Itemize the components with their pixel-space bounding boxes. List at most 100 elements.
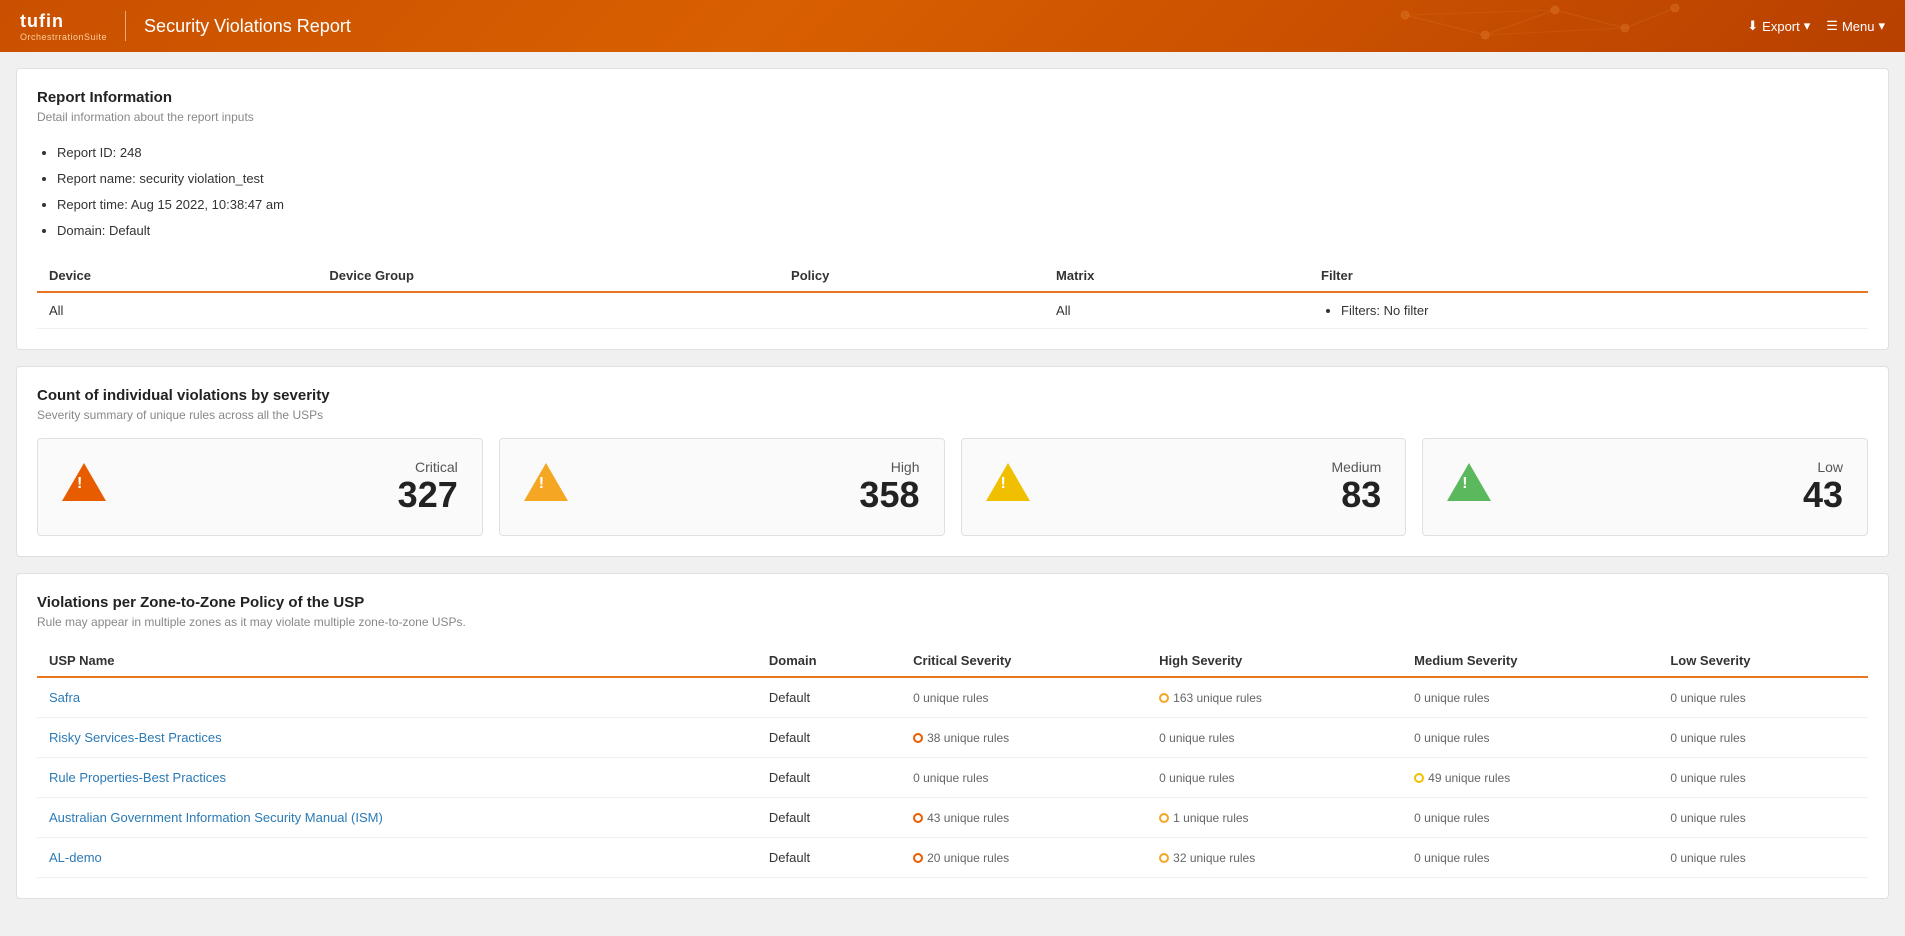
col-matrix: Matrix [1044,260,1309,292]
usp-name-link[interactable]: Risky Services-Best Practices [49,730,222,745]
unique-rules: 0 unique rules [1414,731,1489,745]
col-high-severity: High Severity [1147,645,1402,677]
cell-usp-name[interactable]: AL-demo [37,837,757,877]
cell-medium: 0 unique rules [1402,837,1658,877]
report-info-subtitle: Detail information about the report inpu… [37,110,1868,124]
report-filter-table: Device Device Group Policy Matrix Filter… [37,260,1868,329]
unique-rules: 43 unique rules [927,811,1009,825]
header-actions: ⬇ Export ▾ ☰ Menu ▾ [1747,18,1885,34]
cell-high: 32 unique rules [1147,837,1402,877]
header-divider [125,11,126,41]
unique-rules: 0 unique rules [1414,851,1489,865]
severity-info-low: Low 43 [1511,459,1843,515]
cell-usp-name[interactable]: Safra [37,677,757,718]
cell-usp-name[interactable]: Australian Government Information Securi… [37,797,757,837]
severity-card-low: Low 43 [1422,438,1868,536]
unique-rules: 0 unique rules [1414,691,1489,705]
medium-triangle-icon [986,463,1030,510]
cell-usp-name[interactable]: Risky Services-Best Practices [37,717,757,757]
unique-rules: 49 unique rules [1428,771,1510,785]
severity-title: Count of individual violations by severi… [37,387,1868,404]
cell-critical: 38 unique rules [901,717,1147,757]
cell-medium: 49 unique rules [1402,757,1658,797]
unique-rules: 32 unique rules [1173,851,1255,865]
download-icon: ⬇ [1747,18,1758,34]
severity-info-critical: Critical 327 [126,459,458,515]
severity-cards-row: Critical 327 High 358 Medium [37,438,1868,536]
unique-rules: 0 unique rules [1159,731,1234,745]
list-item: Report time: Aug 15 2022, 10:38:47 am [57,192,1868,218]
cell-device-group [317,292,779,329]
col-medium-severity: Medium Severity [1402,645,1658,677]
col-domain: Domain [757,645,901,677]
usp-name-link[interactable]: Safra [49,690,80,705]
col-usp-name: USP Name [37,645,757,677]
list-item: Report name: security violation_test [57,166,1868,192]
col-device-group: Device Group [317,260,779,292]
cell-policy [779,292,1044,329]
cell-high: 0 unique rules [1147,757,1402,797]
list-item: Domain: Default [57,218,1868,244]
severity-subtitle: Severity summary of unique rules across … [37,408,1868,422]
unique-rules: 0 unique rules [1670,691,1745,705]
severity-card-medium: Medium 83 [961,438,1407,536]
unique-rules: 38 unique rules [927,731,1009,745]
logo-text: tufin [20,11,107,32]
low-triangle-icon [1447,463,1491,510]
usp-name-link[interactable]: Australian Government Information Securi… [49,810,383,825]
col-filter: Filter [1309,260,1868,292]
table-row: All All Filters: No filter [37,292,1868,329]
unique-rules: 1 unique rules [1173,811,1248,825]
severity-count-low: 43 [1803,475,1843,515]
cell-medium: 0 unique rules [1402,797,1658,837]
severity-card-high: High 358 [499,438,945,536]
cell-usp-name[interactable]: Rule Properties-Best Practices [37,757,757,797]
cell-high: 163 unique rules [1147,677,1402,718]
severity-count-critical: 327 [398,475,458,515]
unique-rules: 20 unique rules [927,851,1009,865]
critical-dot-icon [913,813,923,823]
cell-filter: Filters: No filter [1309,292,1868,329]
critical-triangle-icon [62,463,106,510]
menu-button[interactable]: ☰ Menu ▾ [1826,18,1885,34]
logo-sub: OrchestrrationSuite [20,32,107,42]
severity-label-medium: Medium [1331,459,1381,475]
severity-label-high: High [891,459,920,475]
unique-rules: 163 unique rules [1173,691,1262,705]
list-item: Report ID: 248 [57,140,1868,166]
cell-domain: Default [757,837,901,877]
cell-critical: 43 unique rules [901,797,1147,837]
cell-critical: 20 unique rules [901,837,1147,877]
menu-icon: ☰ [1826,18,1838,34]
cell-high: 0 unique rules [1147,717,1402,757]
cell-low: 0 unique rules [1658,717,1868,757]
cell-low: 0 unique rules [1658,837,1868,877]
logo: tufin OrchestrrationSuite [20,11,107,42]
severity-info-medium: Medium 83 [1050,459,1382,515]
severity-label-critical: Critical [415,459,458,475]
export-button[interactable]: ⬇ Export ▾ [1747,18,1810,34]
table-row: Rule Properties-Best Practices Default 0… [37,757,1868,797]
report-information-card: Report Information Detail information ab… [16,68,1889,350]
report-info-title: Report Information [37,89,1868,106]
usp-name-link[interactable]: AL-demo [49,850,102,865]
table-row: AL-demo Default 20 unique rules 32 uniqu… [37,837,1868,877]
critical-dot-icon [913,853,923,863]
col-device: Device [37,260,317,292]
unique-rules: 0 unique rules [1670,731,1745,745]
main-content: Report Information Detail information ab… [0,52,1905,915]
cell-device: All [37,292,317,329]
cell-medium: 0 unique rules [1402,677,1658,718]
unique-rules: 0 unique rules [1670,851,1745,865]
table-row: Australian Government Information Securi… [37,797,1868,837]
high-dot-icon [1159,813,1169,823]
violations-subtitle: Rule may appear in multiple zones as it … [37,615,1868,629]
cell-domain: Default [757,757,901,797]
cell-medium: 0 unique rules [1402,717,1658,757]
usp-name-link[interactable]: Rule Properties-Best Practices [49,770,226,785]
header: tufin OrchestrrationSuite Security Viola… [0,0,1905,52]
unique-rules: 0 unique rules [1414,811,1489,825]
chevron-down-icon-menu: ▾ [1878,18,1885,34]
filter-value: Filters: No filter [1341,303,1856,318]
violations-table: USP Name Domain Critical Severity High S… [37,645,1868,878]
